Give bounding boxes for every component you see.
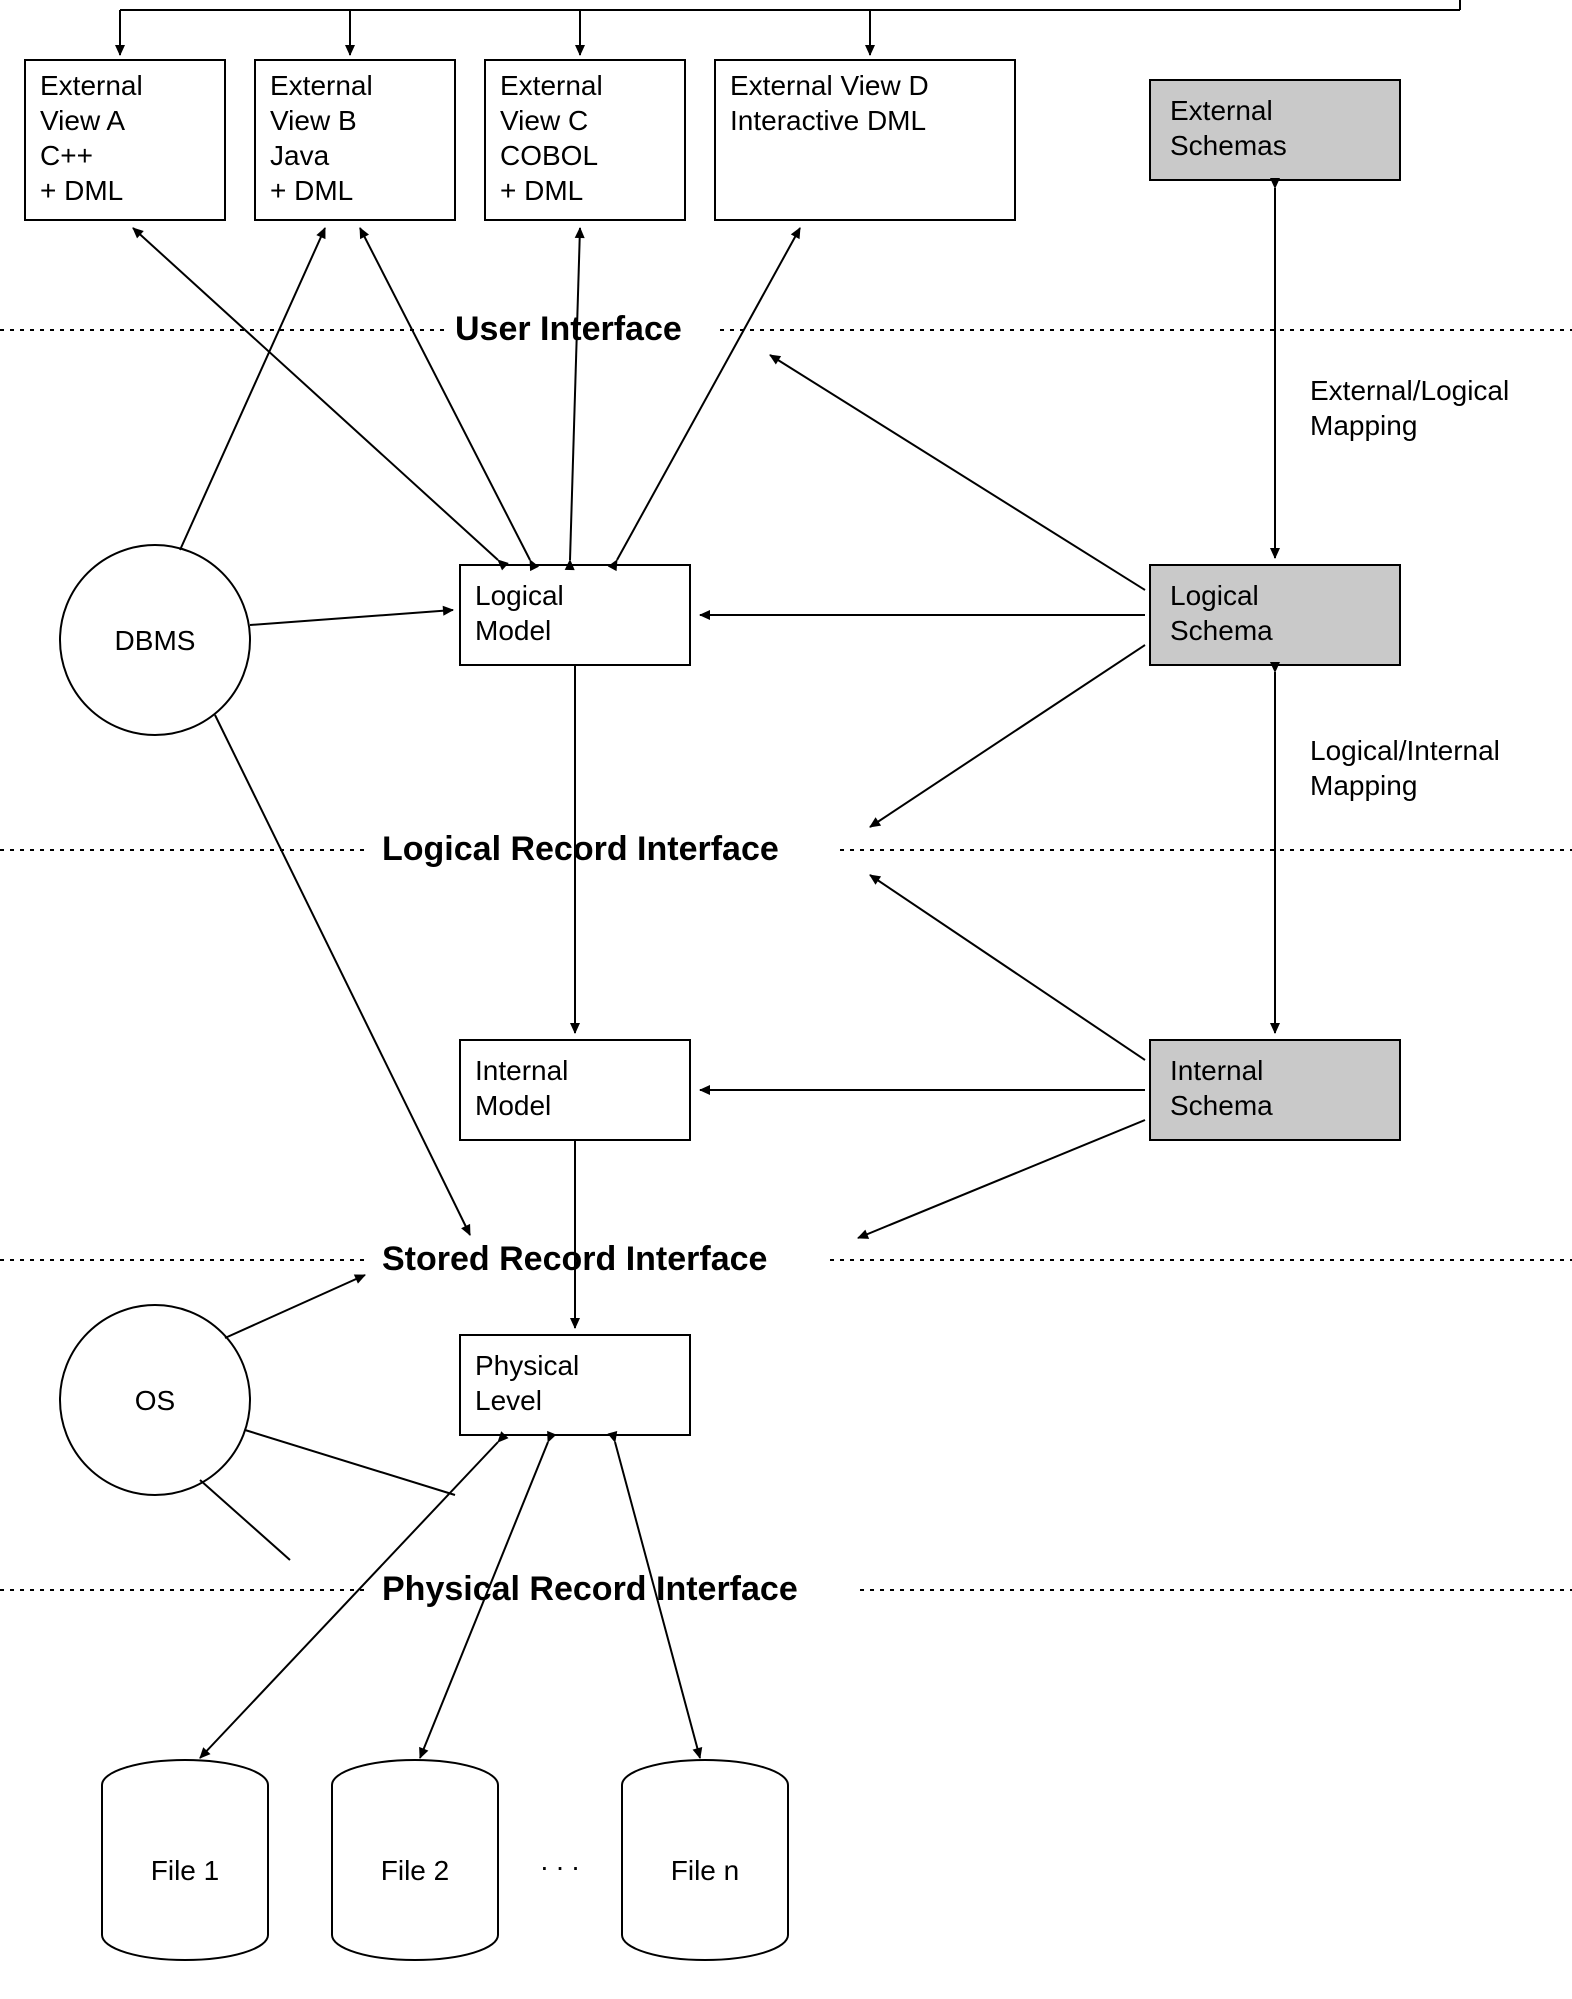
text: View B [270,105,357,136]
logical-model: Logical Model [460,565,690,665]
arrow-lm-viewC [570,228,580,560]
text: Model [475,615,551,646]
user-interface-label: User Interface [455,310,682,348]
arrow-dbms-lm [250,610,453,625]
file-1: File 1 [102,1760,268,1960]
arrow-is-sri [858,1120,1145,1238]
os-label: OS [135,1385,175,1416]
text: + DML [270,175,353,206]
file-dots: . . . [541,1845,580,1876]
arrow-os-sri [225,1275,365,1338]
arrow-ls-ui [770,355,1145,590]
external-view-b: External View B Java + DML [255,60,455,220]
external-view-c: External View C COBOL + DML [485,60,685,220]
text: Schema [1170,1090,1273,1121]
text: C++ [40,140,93,171]
arrow-lm-viewD [617,228,800,560]
file-1-label: File 1 [151,1855,219,1886]
physical-record-interface-label: Physical Record Interface [382,1570,798,1608]
external-schemas: External Schemas [1150,80,1400,180]
log-int-mapping-l1: Logical/Internal [1310,735,1500,766]
log-int-mapping-l2: Mapping [1310,770,1417,801]
external-view-a: External View A C++ + DML [25,60,225,220]
text: Interactive DML [730,105,926,136]
file-n-label: File n [671,1855,739,1886]
text: Model [475,1090,551,1121]
architecture-diagram: External View A C++ + DML External View … [0,0,1572,1999]
dbms-label: DBMS [115,625,196,656]
text: Schema [1170,615,1273,646]
text: External [1170,95,1273,126]
dbms-circle: DBMS [60,545,250,735]
text: External [270,70,373,101]
logical-record-interface-label: Logical Record Interface [382,830,779,868]
arrow-is-lri [870,875,1145,1060]
text: Internal [1170,1055,1263,1086]
logical-schema: Logical Schema [1150,565,1400,665]
text: Logical [475,580,564,611]
file-n: File n [622,1760,788,1960]
text: View A [40,105,125,136]
text: Schemas [1170,130,1287,161]
text: Physical [475,1350,579,1381]
physical-level: Physical Level [460,1335,690,1435]
internal-schema: Internal Schema [1150,1040,1400,1140]
text: Logical [1170,580,1259,611]
ext-log-mapping-l1: External/Logical [1310,375,1509,406]
text: External [500,70,603,101]
text: External View D [730,70,929,101]
arrow-ls-lri [870,645,1145,827]
text: View C [500,105,588,136]
arrow-os-down2 [200,1480,290,1560]
file-2-label: File 2 [381,1855,449,1886]
internal-model: Internal Model [460,1040,690,1140]
text: Level [475,1385,542,1416]
arrow-lm-viewB [360,228,530,560]
arrow-os-down1 [245,1430,455,1495]
text: + DML [40,175,123,206]
external-view-d: External View D Interactive DML [715,60,1015,220]
text: + DML [500,175,583,206]
arrow-dbms-viewB [180,228,325,550]
text: COBOL [500,140,598,171]
text: Java [270,140,330,171]
ext-log-mapping-l2: Mapping [1310,410,1417,441]
text: Internal [475,1055,568,1086]
file-2: File 2 [332,1760,498,1960]
text: External [40,70,143,101]
arrow-dbms-sri [215,715,470,1235]
os-circle: OS [60,1305,250,1495]
arrow-lm-viewA [133,228,498,560]
